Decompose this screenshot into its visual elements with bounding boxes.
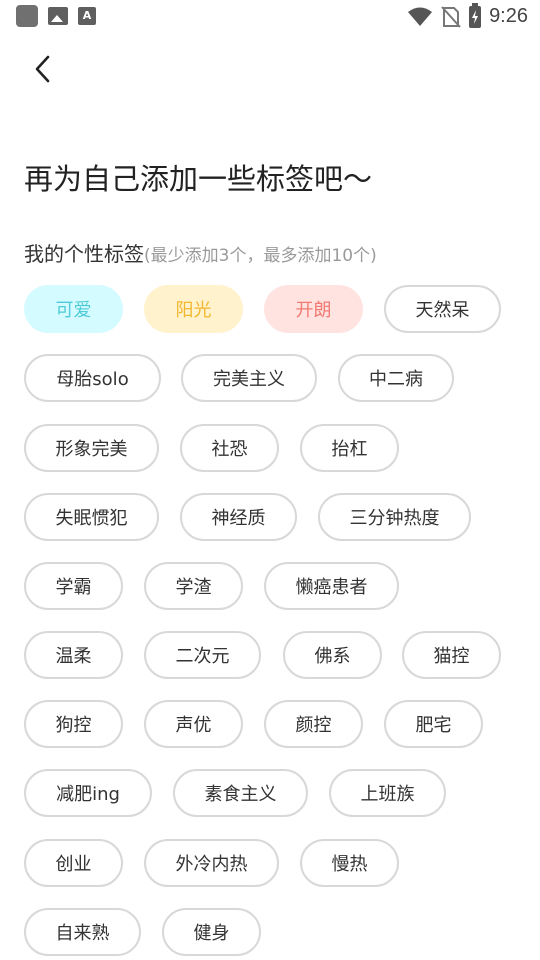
tag-chip[interactable]: 狗控 (24, 700, 123, 748)
tag-chip[interactable]: 学霸 (24, 562, 123, 610)
page-title: 再为自己添加一些标签吧～ (24, 162, 373, 196)
back-button[interactable] (26, 52, 60, 86)
status-bar: A 9:26 (0, 0, 540, 36)
wifi-icon (408, 7, 433, 26)
tag-chip[interactable]: 阳光 (144, 285, 243, 333)
tag-chip[interactable]: 颜控 (264, 700, 363, 748)
section-label: 我的个性标签(最少添加3个，最多添加10个) (24, 238, 377, 267)
tag-chip[interactable]: 肥宅 (384, 700, 483, 748)
app-icon (16, 5, 38, 27)
chevron-left-icon (35, 55, 50, 83)
tag-chip[interactable]: 自来熟 (24, 908, 141, 956)
tag-chip[interactable]: 懒癌患者 (264, 562, 399, 610)
clock: 9:26 (489, 5, 528, 27)
tag-chip[interactable]: 形象完美 (24, 424, 159, 472)
text-a-icon: A (78, 7, 96, 25)
tag-chip[interactable]: 中二病 (338, 354, 454, 402)
tag-chip[interactable]: 学渣 (144, 562, 243, 610)
tag-chip[interactable]: 完美主义 (181, 354, 317, 402)
tag-chip[interactable]: 母胎solo (24, 354, 161, 402)
tag-chip[interactable]: 创业 (24, 839, 123, 887)
tag-chip[interactable]: 上班族 (329, 769, 446, 817)
tag-chip[interactable]: 失眠惯犯 (24, 493, 159, 541)
tag-chip[interactable]: 三分钟热度 (318, 493, 471, 541)
tag-chip[interactable]: 开朗 (264, 285, 363, 333)
tag-chip[interactable]: 素食主义 (173, 769, 308, 817)
tag-chip[interactable]: 声优 (144, 700, 243, 748)
status-bar-notifications: A (16, 5, 96, 27)
tag-chip[interactable]: 慢热 (300, 839, 399, 887)
tag-chip[interactable]: 二次元 (144, 631, 261, 679)
tag-chip[interactable]: 可爱 (24, 285, 123, 333)
section-hint: (最少添加3个，最多添加10个) (144, 246, 377, 266)
image-icon (48, 7, 68, 25)
tag-chip[interactable]: 天然呆 (384, 285, 501, 333)
tag-chip[interactable]: 社恐 (180, 424, 279, 472)
status-bar-system: 9:26 (407, 2, 528, 28)
tag-chip[interactable]: 猫控 (402, 631, 501, 679)
battery-charging-icon (469, 2, 482, 28)
tag-chip[interactable]: 抬杠 (300, 424, 399, 472)
section-title: 我的个性标签 (24, 242, 144, 266)
tag-chip[interactable]: 温柔 (24, 631, 123, 679)
no-sim-icon (441, 5, 461, 28)
tag-chip[interactable]: 减肥ing (24, 769, 152, 817)
tag-chip[interactable]: 神经质 (180, 493, 297, 541)
tag-chip[interactable]: 健身 (162, 908, 261, 956)
tag-chip[interactable]: 外冷内热 (144, 839, 279, 887)
tag-chip[interactable]: 佛系 (283, 631, 382, 679)
